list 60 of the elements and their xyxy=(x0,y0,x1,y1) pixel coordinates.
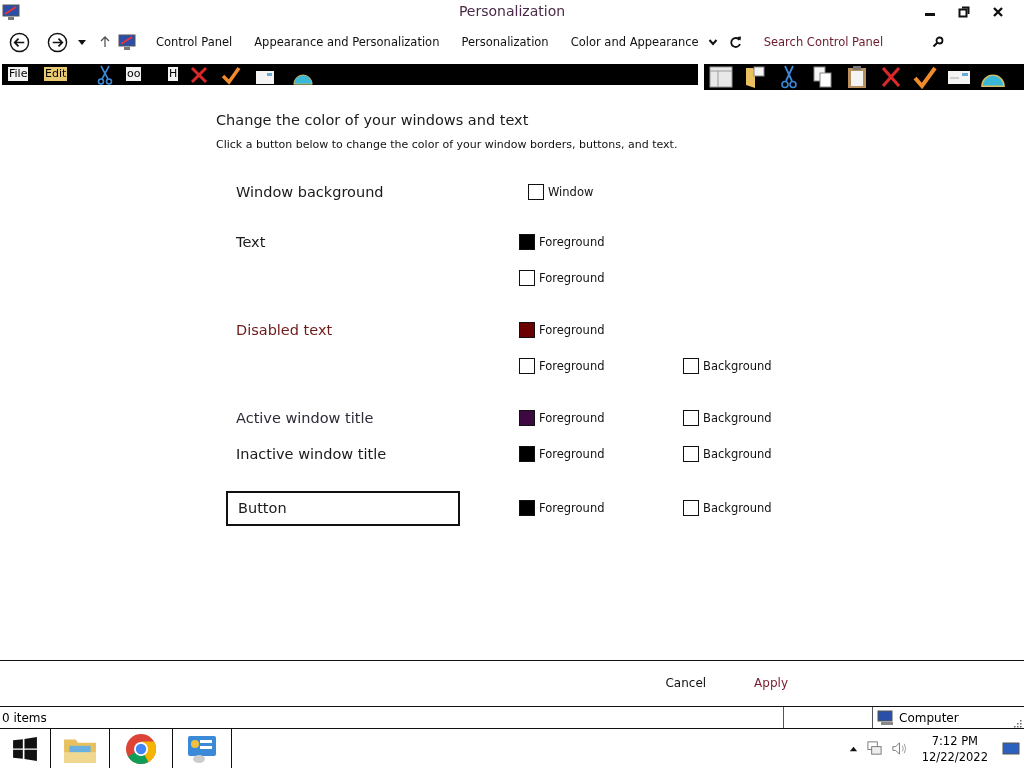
apply-button[interactable]: Apply xyxy=(750,674,792,692)
element-label: Window background xyxy=(236,184,384,200)
element-label: Inactive window title xyxy=(236,446,387,462)
color-button[interactable]: Background xyxy=(683,500,847,516)
monitor-icon xyxy=(118,33,136,51)
color-button[interactable]: Foreground xyxy=(519,410,683,426)
back-icon[interactable] xyxy=(9,31,30,53)
heading: Change the color of your windows and text xyxy=(216,112,530,128)
control-panel-icon[interactable] xyxy=(186,733,218,764)
computer-icon xyxy=(877,709,895,726)
color-button[interactable]: Background xyxy=(683,358,847,374)
breadcrumb-link[interactable]: Personalization xyxy=(461,35,549,49)
breadcrumb-link[interactable]: Color and Appearance xyxy=(570,35,699,49)
checkmark-icon[interactable] xyxy=(912,65,938,89)
dropdown-icon[interactable] xyxy=(77,37,87,47)
window-title: Personalization xyxy=(458,3,566,19)
color-button[interactable]: Foreground xyxy=(519,358,683,374)
checkmark-icon[interactable] xyxy=(220,65,242,85)
clock-date[interactable]: 12/22/2022 xyxy=(921,748,988,765)
breadcrumb-link[interactable]: Control Panel xyxy=(156,35,233,49)
color-button[interactable]: Foreground xyxy=(519,270,683,286)
element-label: Disabled text xyxy=(236,322,333,338)
button-sample[interactable]: Button xyxy=(226,490,460,526)
windows-logo-icon[interactable] xyxy=(12,735,38,762)
chevron-down-icon[interactable] xyxy=(707,37,718,47)
color-button[interactable]: Background xyxy=(683,410,847,426)
location-label: Computer xyxy=(899,710,959,725)
up-arrow-icon[interactable] xyxy=(100,36,110,48)
color-button[interactable]: Background xyxy=(683,446,847,462)
item-count: 0 items xyxy=(0,707,784,728)
breadcrumb-link[interactable]: Appearance and Personalization xyxy=(254,35,440,49)
window-layout-icon[interactable] xyxy=(708,65,734,89)
chrome-icon[interactable] xyxy=(125,732,157,765)
close-icon[interactable] xyxy=(992,6,1004,18)
color-button[interactable]: Foreground xyxy=(519,234,683,250)
toolbar-label[interactable]: File xyxy=(8,67,29,81)
element-label: Active window title xyxy=(236,410,374,426)
toolbar-label[interactable]: oo xyxy=(126,67,142,81)
caret-up-icon[interactable] xyxy=(848,744,858,753)
color-button[interactable]: Foreground xyxy=(519,500,683,516)
color-button[interactable]: Window xyxy=(528,184,692,200)
forward-icon[interactable] xyxy=(47,31,68,53)
restore-icon[interactable] xyxy=(958,6,970,18)
delete-icon[interactable] xyxy=(188,65,210,85)
toolbar-label[interactable]: Edit xyxy=(44,67,68,81)
resize-grip-icon xyxy=(1012,718,1022,728)
element-label: Text xyxy=(236,234,266,250)
toolbar-label[interactable]: H xyxy=(168,67,179,81)
description: Click a button below to change the color of your window borders, buttons, and text. xyxy=(216,138,679,151)
clock-time[interactable]: 7:12 PM xyxy=(931,732,978,749)
desktop-icon[interactable] xyxy=(1002,740,1020,757)
color-button[interactable]: Foreground xyxy=(519,446,683,462)
speaker-icon[interactable] xyxy=(890,740,908,757)
search-field[interactable]: Search Control Panel xyxy=(761,34,926,50)
search-icon[interactable] xyxy=(931,36,944,48)
color-button[interactable]: Foreground xyxy=(519,322,683,338)
refresh-icon[interactable] xyxy=(729,36,742,48)
network-icon[interactable] xyxy=(865,740,883,757)
cancel-button[interactable]: Cancel xyxy=(661,674,711,692)
monitor-icon xyxy=(2,3,20,21)
